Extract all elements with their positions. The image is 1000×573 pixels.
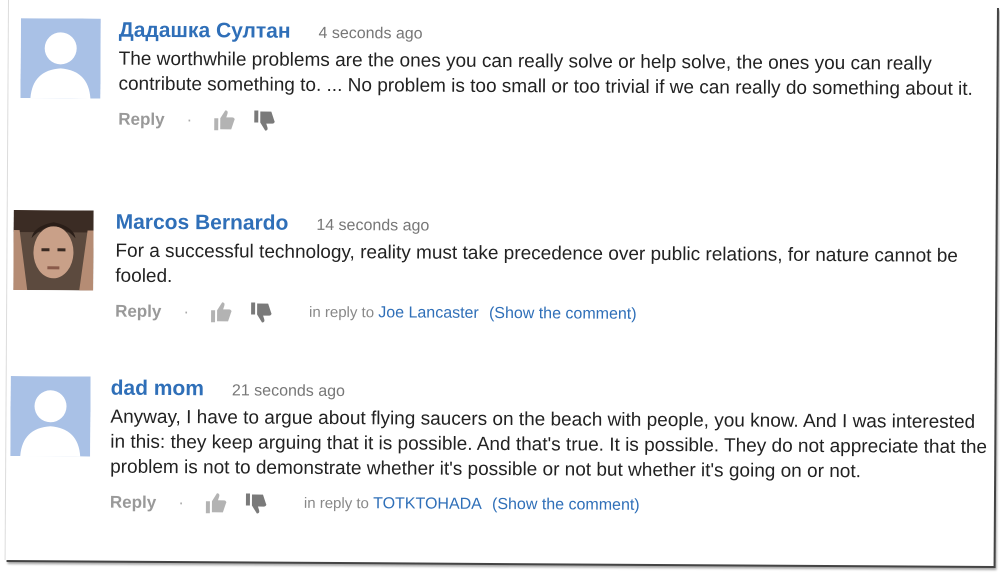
comment-author[interactable]: Marcos Bernardo	[116, 211, 289, 236]
comment-actions: Reply · in reply to TOTKTOHADA (Show the…	[110, 492, 990, 519]
thumbs-down-icon[interactable]	[249, 301, 273, 323]
separator-dot: ·	[178, 493, 184, 513]
thumbs-up-icon[interactable]	[209, 301, 233, 323]
separator-dot: ·	[183, 302, 190, 322]
default-avatar[interactable]	[10, 376, 91, 457]
user-silhouette-icon	[20, 18, 101, 99]
comment-text: For a successful technology, reality mus…	[115, 240, 958, 288]
comment-body: Дадашка Султан 4 seconds ago The worthwh…	[118, 19, 999, 136]
comment-text: The worthwhile problems are the ones you…	[118, 48, 973, 100]
in-reply-to-user[interactable]: Joe Lancaster	[378, 304, 479, 322]
in-reply-to: in reply to Joe Lancaster (Show the comm…	[309, 304, 637, 324]
comment-timestamp[interactable]: 21 seconds ago	[232, 382, 345, 401]
show-comment-link[interactable]: (Show the comment)	[492, 496, 640, 514]
comment-body: Marcos Bernardo 14 seconds ago For a suc…	[115, 211, 996, 328]
in-reply-to: in reply to TOTKTOHADA (Show the comment…	[304, 495, 640, 515]
comment-timestamp[interactable]: 4 seconds ago	[318, 25, 422, 44]
thumbs-down-icon[interactable]	[252, 109, 276, 131]
separator-dot: ·	[186, 110, 193, 130]
comment-item: Marcos Bernardo 14 seconds ago For a suc…	[8, 206, 996, 323]
comment-timestamp[interactable]: 14 seconds ago	[316, 217, 429, 236]
thumbs-up-icon[interactable]	[204, 492, 228, 514]
thumbs-down-icon[interactable]	[244, 492, 268, 514]
default-avatar[interactable]	[20, 18, 101, 99]
comments-panel: Дадашка Султан 4 seconds ago The worthwh…	[4, 0, 997, 567]
profile-photo-icon	[13, 210, 94, 291]
comment-actions: Reply · in reply to Joe Lancaster (Show …	[115, 301, 995, 328]
comment-text: Anyway, I have to argue about flying sau…	[110, 406, 988, 483]
reply-button[interactable]: Reply	[110, 493, 156, 513]
comment-actions: Reply ·	[118, 109, 998, 136]
comment-author[interactable]: dad mom	[111, 377, 204, 402]
show-comment-link[interactable]: (Show the comment)	[489, 305, 637, 323]
user-avatar-photo[interactable]	[13, 210, 94, 291]
thumbs-up-icon[interactable]	[212, 109, 236, 131]
reply-button[interactable]: Reply	[115, 302, 161, 322]
comment-body: dad mom 21 seconds ago Anyway, I have to…	[110, 377, 991, 519]
comment-author[interactable]: Дадашка Султан	[119, 19, 291, 44]
reply-button[interactable]: Reply	[118, 110, 164, 130]
comment-item: dad mom 21 seconds ago Anyway, I have to…	[7, 372, 995, 514]
user-silhouette-icon	[10, 376, 91, 457]
in-reply-label: in reply to	[303, 494, 369, 513]
in-reply-label: in reply to	[309, 303, 375, 322]
in-reply-to-user[interactable]: TOTKTOHADA	[373, 495, 482, 513]
comment-item: Дадашка Султан 4 seconds ago The worthwh…	[9, 14, 997, 131]
